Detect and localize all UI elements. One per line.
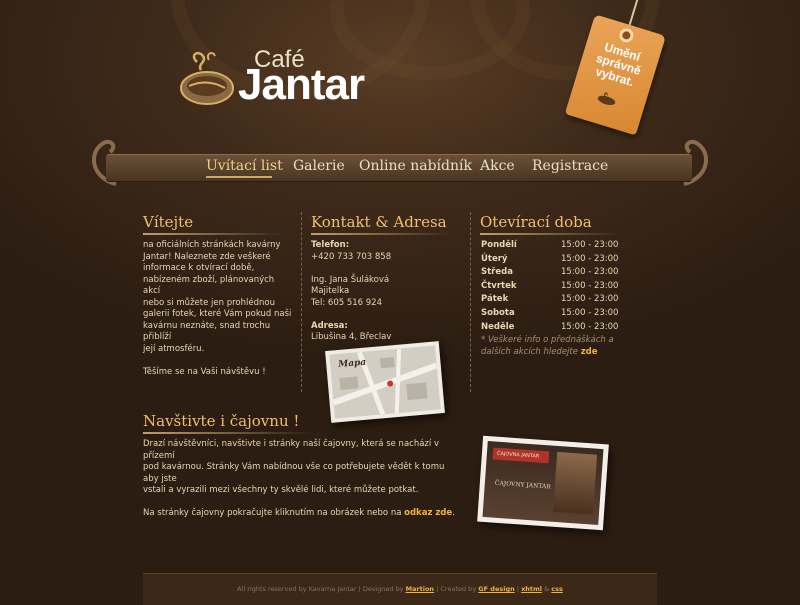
- hours-table: Pondělí 15:00 - 23:00 Úterý 15:00 - 23:00 …: [481, 240, 631, 335]
- welcome-heading: Vítejte: [143, 213, 194, 231]
- owner-role: Majitelka: [311, 286, 350, 296]
- hours-day: Neděle: [481, 321, 515, 332]
- footer: All rights reserved by Kavarna Jantar | …: [143, 573, 657, 605]
- welcome-line: její atmosféru.: [143, 343, 205, 354]
- footer-separator: |: [516, 585, 520, 593]
- tearoom-banner-text: ČAJOVNA JANTAR: [496, 450, 540, 460]
- events-link[interactable]: zde: [581, 347, 598, 357]
- tearoom-photo-title: ČAJOVNY JANTAR: [494, 479, 552, 491]
- hours-time: 15:00 - 23:00: [561, 307, 619, 318]
- heading-underline: [311, 233, 451, 235]
- hours-day: Pondělí: [481, 240, 517, 250]
- footer-ampersand: &: [544, 585, 550, 593]
- tearoom-heading: Navštivte i čajovnu !: [143, 412, 300, 430]
- hours-day: Úterý: [481, 253, 508, 264]
- column-divider: [301, 212, 302, 392]
- hours-time: 15:00 - 23:00: [561, 253, 619, 264]
- hours-day: Sobota: [481, 307, 515, 318]
- tearoom-text: Drazí návštěvníci, navštivte i stránky n…: [143, 439, 461, 520]
- creator-link[interactable]: GF design: [478, 585, 514, 593]
- hours-note-line: dalších akcích hledejte: [481, 346, 578, 357]
- hours-day: Pátek: [481, 294, 509, 305]
- nav-active-underline: [206, 176, 272, 178]
- hours-time: 15:00 - 23:00: [561, 294, 619, 305]
- phone-number: +420 733 703 858: [311, 251, 392, 262]
- welcome-line: galerii fotek, které Vám pokud naši: [143, 309, 292, 319]
- hours-row: Sobota 15:00 - 23:00: [481, 308, 631, 322]
- nav-item-uvitaci-list[interactable]: Uvítací list: [206, 158, 283, 174]
- hours-day: Čtvrtek: [481, 280, 517, 291]
- coffee-bean-cup-icon: [180, 51, 234, 105]
- welcome-line: na oficiálních stránkách kavárny: [143, 240, 281, 250]
- welcome-closing: Těšíme se na Vaši návštěvu !: [143, 366, 266, 377]
- tearoom-link-prefix: Na stránky čajovny pokračujte kliknutím …: [143, 508, 402, 518]
- welcome-line: nebo si můžete jen prohlédnou: [143, 297, 275, 308]
- welcome-line: Jantar! Naleznete zde veškeré: [143, 251, 271, 262]
- hours-row: Neděle 15:00 - 23:00: [481, 322, 631, 336]
- heading-underline: [143, 432, 313, 434]
- hours-note-line: * Veškeré info o přednáškách a: [481, 335, 614, 345]
- designer-link[interactable]: Martion: [406, 585, 435, 593]
- address-label: Adresa:: [311, 320, 348, 331]
- hours-time: 15:00 - 23:00: [561, 321, 619, 332]
- hours-row: Úterý 15:00 - 23:00: [481, 254, 631, 268]
- footer-created-by: | Created by: [436, 585, 477, 593]
- tearoom-link[interactable]: odkaz zde: [404, 508, 452, 518]
- contact-heading: Kontakt & Adresa: [311, 213, 447, 231]
- tearoom-banner: ČAJOVNA JANTAR: [492, 447, 550, 464]
- xhtml-link[interactable]: xhtml: [521, 585, 542, 593]
- hours-day: Středa: [481, 267, 513, 278]
- tearoom-thumbnail[interactable]: ČAJOVNA JANTAR ČAJOVNY JANTAR: [477, 435, 609, 531]
- contact-text: Telefon: +420 733 703 858 Ing. Jana Šulá…: [311, 240, 461, 344]
- hours-heading: Otevírací doba: [480, 213, 592, 231]
- footer-text: All rights reserved by Kavarna Jantar | …: [143, 585, 657, 593]
- nav-item-online-nabidnik[interactable]: Online nabídník: [359, 158, 472, 174]
- tearoom-line: vstali a vyrazili mezi všechny ty skvělé…: [143, 485, 419, 495]
- hours-row: Pátek 15:00 - 23:00: [481, 294, 631, 308]
- welcome-text: na oficiálních stránkách kavárny Jantar!…: [143, 240, 293, 378]
- tearoom-photo-interior: [553, 451, 598, 515]
- map-thumbnail[interactable]: Mapa: [325, 341, 445, 423]
- welcome-line: nabízeném zboží, plánovaných akcí: [143, 274, 275, 297]
- hours-row: Středa 15:00 - 23:00: [481, 267, 631, 281]
- nav-item-akce[interactable]: Akce: [480, 158, 515, 174]
- heading-underline: [143, 233, 283, 235]
- footer-copyright: All rights reserved by Kavarna Jantar | …: [237, 585, 404, 593]
- tearoom-line: Drazí návštěvníci, navštivte i stránky n…: [143, 439, 439, 461]
- hours-row: Pondělí 15:00 - 23:00: [481, 240, 631, 254]
- welcome-line: kavárnu neznáte, snad trochu přiblíží: [143, 320, 271, 343]
- heading-underline: [480, 233, 620, 235]
- tearoom-link-suffix: .: [452, 508, 455, 518]
- hours-row: Čtvrtek 15:00 - 23:00: [481, 281, 631, 295]
- tearoom-line: pod kavárnou. Stránky Vám nabídnou vše c…: [143, 462, 445, 484]
- hours-time: 15:00 - 23:00: [561, 280, 619, 291]
- column-divider: [470, 212, 471, 392]
- nav-item-galerie[interactable]: Galerie: [293, 158, 345, 174]
- css-link[interactable]: css: [551, 585, 563, 593]
- hours-time: 15:00 - 23:00: [561, 240, 619, 250]
- tag-hole: [617, 26, 636, 45]
- nav-item-registrace[interactable]: Registrace: [532, 158, 608, 174]
- tearoom-image: ČAJOVNA JANTAR ČAJOVNY JANTAR: [482, 441, 604, 525]
- hours-note: * Veškeré info o přednáškách a dalších a…: [481, 335, 616, 358]
- phone-label: Telefon:: [311, 240, 350, 250]
- hours-time: 15:00 - 23:00: [561, 267, 619, 278]
- welcome-line: informace k otvírací době,: [143, 263, 255, 273]
- owner-name: Ing. Jana Šuláková: [311, 274, 390, 285]
- map-streets-icon: [329, 345, 441, 419]
- logo[interactable]: Café Jantar: [170, 38, 380, 110]
- map-image: Mapa: [329, 345, 441, 419]
- tag-slogan: Umění správně vybrat.: [581, 37, 656, 94]
- cup-icon: [597, 92, 616, 106]
- owner-phone: Tel: 605 516 924: [311, 297, 382, 308]
- brand-jantar: Jantar: [238, 60, 365, 109]
